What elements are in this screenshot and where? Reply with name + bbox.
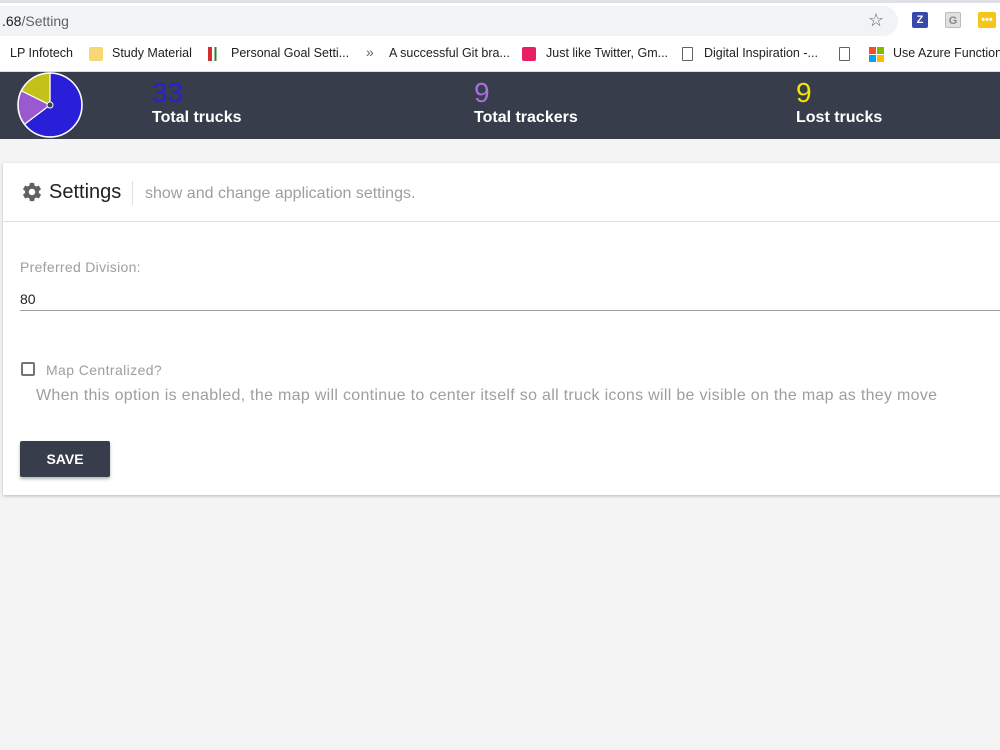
gear-icon <box>21 181 43 208</box>
stat-total-trucks: 33 Total trucks <box>152 78 242 127</box>
preferred-division-input[interactable] <box>20 287 1000 311</box>
url-text[interactable]: .68/Setting <box>2 13 69 29</box>
more-extension-icon[interactable]: ••• <box>978 12 996 28</box>
browser-address-bar: .68/Setting ☆ Z G ••• <box>0 0 1000 38</box>
url-path: /Setting <box>21 13 69 29</box>
bookmark-digital-inspiration[interactable]: Digital Inspiration -... <box>704 46 818 60</box>
bookmark-just-like-twitter[interactable]: Just like Twitter, Gm... <box>546 46 668 60</box>
stat-lost-trucks: 9 Lost trucks <box>796 78 882 127</box>
chart-favicon-icon <box>208 47 222 61</box>
settings-card-header: Settings show and change application set… <box>3 163 1000 222</box>
stat-total-trucks-value: 33 <box>152 77 184 108</box>
bookmark-personal-goal[interactable]: Personal Goal Setti... <box>231 46 349 60</box>
title-divider <box>132 181 133 205</box>
bookmark-study-material[interactable]: Study Material <box>112 46 192 60</box>
g-extension-icon[interactable]: G <box>945 12 961 28</box>
preferred-division-label: Preferred Division: <box>20 259 141 275</box>
page-title: Settings <box>49 181 122 203</box>
save-button[interactable]: SAVE <box>20 441 110 477</box>
stat-total-trackers: 9 Total trackers <box>474 78 578 127</box>
pie-center-dot <box>46 101 54 109</box>
document-icon[interactable] <box>839 47 850 61</box>
red-favicon-icon <box>522 47 536 61</box>
truck-pie-chart <box>16 72 84 139</box>
stats-header: 33 Total trucks 9 Total trackers 9 Lost … <box>0 72 1000 139</box>
gear-icon-svg <box>23 182 41 202</box>
settings-card: Settings show and change application set… <box>3 163 1000 495</box>
zotero-extension-icon[interactable]: Z <box>912 12 928 28</box>
document-icon <box>682 47 693 61</box>
stat-total-trackers-value: 9 <box>474 77 490 108</box>
bookmark-azure-functions[interactable]: Use Azure Function... <box>893 46 1000 60</box>
pie-chart-svg <box>17 72 83 138</box>
bookmark-star-icon[interactable]: ☆ <box>868 10 884 31</box>
url-host: .68 <box>2 13 22 29</box>
map-centralized-checkbox[interactable] <box>21 362 35 376</box>
tab-strip-edge <box>0 0 1000 3</box>
url-field[interactable]: .68/Setting ☆ <box>0 6 898 36</box>
folder-icon <box>89 47 103 61</box>
page-subtitle: show and change application settings. <box>145 185 416 202</box>
bookmark-lp-infotech[interactable]: LP Infotech <box>10 46 73 60</box>
stat-lost-trucks-value: 9 <box>796 77 812 108</box>
bookmark-git-branching[interactable]: A successful Git bra... <box>389 46 510 60</box>
stat-total-trackers-label: Total trackers <box>474 109 578 126</box>
chevron-favicon-icon: » <box>366 44 374 60</box>
bookmarks-bar: LP Infotech Study Material Personal Goal… <box>0 38 1000 72</box>
stat-total-trucks-label: Total trucks <box>152 109 242 126</box>
map-centralized-label[interactable]: Map Centralized? <box>46 362 162 378</box>
stat-lost-trucks-label: Lost trucks <box>796 109 883 126</box>
microsoft-icon <box>869 47 884 62</box>
map-centralized-help-text: When this option is enabled, the map wil… <box>36 387 938 404</box>
